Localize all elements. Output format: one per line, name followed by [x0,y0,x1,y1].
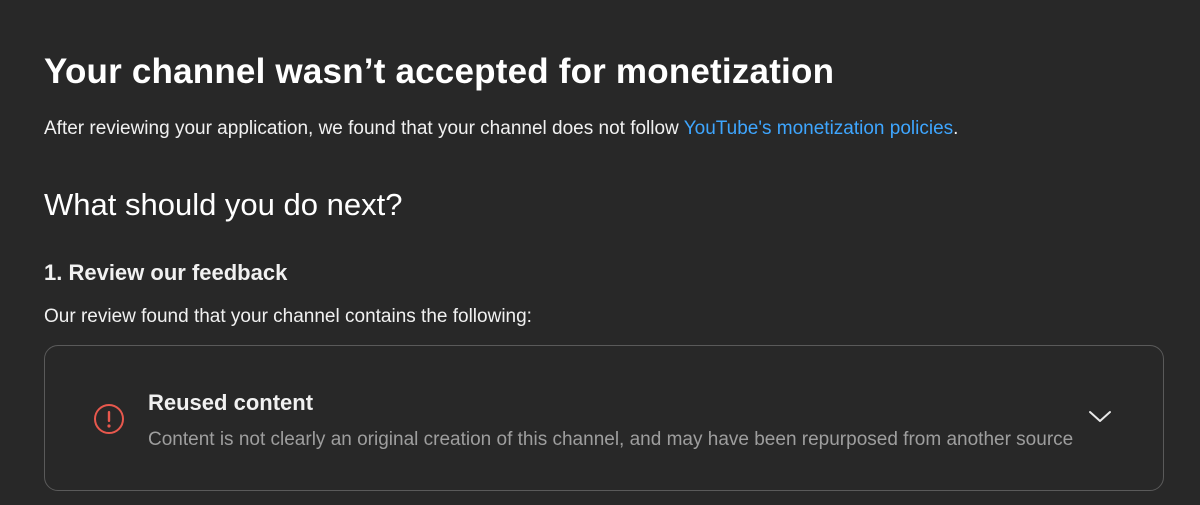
intro-text-end: . [953,118,959,139]
step-1-description: Our review found that your channel conta… [44,306,532,327]
feedback-description: Content is not clearly an original creat… [148,429,1073,450]
page-title: Your channel wasn’t accepted for monetiz… [44,52,835,91]
step-1-heading: 1. Review our feedback [44,260,288,285]
intro-text: After reviewing your application, we fou… [44,118,958,140]
chevron-down-icon[interactable] [1087,407,1113,425]
error-icon [94,404,124,434]
intro-text-body: After reviewing your application, we fou… [44,118,684,139]
next-steps-heading: What should you do next? [44,187,403,222]
monetization-status-page: Your channel wasn’t accepted for monetiz… [0,0,1200,505]
monetization-policies-link[interactable]: YouTube's monetization policies [684,118,953,139]
feedback-title: Reused content [148,390,314,415]
reused-content-feedback-card[interactable]: Reused content Content is not clearly an… [44,345,1164,491]
